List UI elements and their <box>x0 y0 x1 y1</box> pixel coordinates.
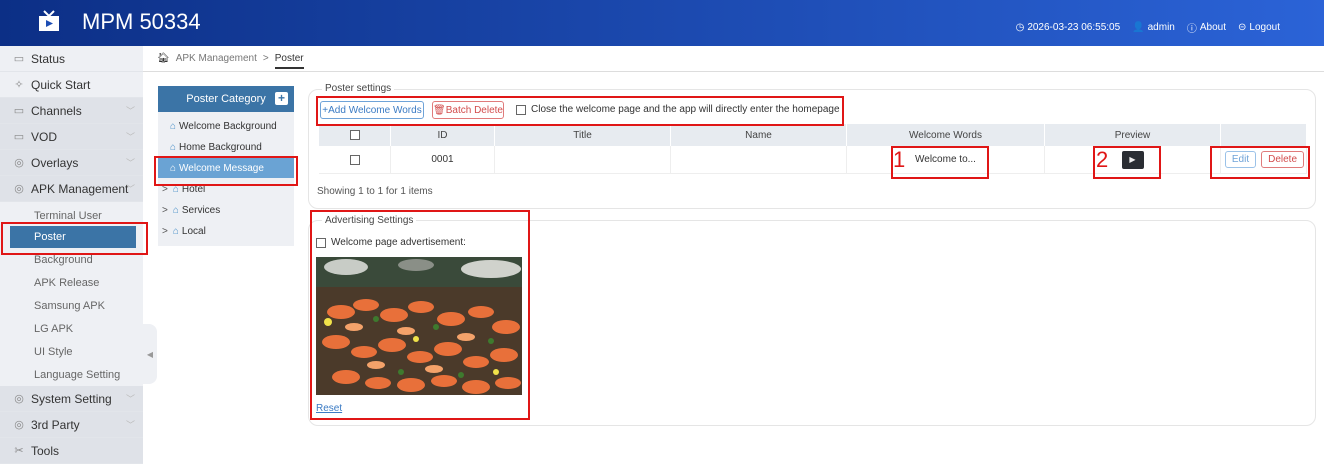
sidebar-item-overlays[interactable]: ◎ Overlays ﹀ <box>0 150 143 176</box>
video-icon: ▭ <box>13 131 25 143</box>
apk-icon: ◎ <box>14 183 24 195</box>
layers-icon: ◎ <box>14 157 24 169</box>
table-header: ID Title Name Welcome Words Preview <box>319 124 1307 146</box>
sidebar-item-tools[interactable]: ✂ Tools <box>0 438 143 464</box>
sidebar-item-vod[interactable]: ▭ VOD ﹀ <box>0 124 143 150</box>
tv-logo-icon <box>39 10 59 31</box>
add-category-button[interactable]: + <box>275 92 288 105</box>
sidebar-sub-apk-release[interactable]: APK Release <box>0 272 143 294</box>
row-name <box>671 146 847 174</box>
sidebar-item-system-setting[interactable]: ◎ System Setting ﹀ <box>0 386 143 412</box>
datetime-display: ◷ 2026-03-23 06:55:05 <box>1015 22 1121 33</box>
top-header: MPM 50334 ◷ 2026-03-23 06:55:05 👤 admin ⓘ A… <box>0 0 1324 46</box>
sidebar-collapse-handle[interactable]: ◀ <box>143 324 157 384</box>
home-icon: ⌂ <box>172 204 179 216</box>
home-icon: ⌂ <box>170 141 177 153</box>
chevron-down-icon: ﹀ <box>125 106 135 116</box>
pagination-info: Showing 1 to 1 for 1 items <box>317 186 433 197</box>
logout-link[interactable]: ⊝ Logout <box>1238 22 1280 33</box>
column-name[interactable]: Name <box>671 124 847 146</box>
highlight-row-actions <box>1210 146 1310 179</box>
column-title[interactable]: Title <box>495 124 671 146</box>
sidebar-item-channels[interactable]: ▭ Channels ﹀ <box>0 98 143 124</box>
column-id[interactable]: ID <box>391 124 495 146</box>
annotation-mark-1: 1 <box>893 147 906 172</box>
sidebar-item-status[interactable]: ▭ Status <box>0 46 143 72</box>
chevron-left-icon: ◀ <box>146 349 154 359</box>
sidebar-item-apk-management[interactable]: ◎ APK Management ﹀ <box>0 176 143 202</box>
annotation-mark-2: 2 <box>1096 147 1109 172</box>
sidebar-sub-ui-style[interactable]: UI Style <box>0 341 143 363</box>
highlight-poster-menu <box>1 222 148 255</box>
sidebar-sub-lg-apk[interactable]: LG APK <box>0 318 143 340</box>
category-item-welcome-background[interactable]: ⌂ Welcome Background <box>158 116 294 136</box>
chevron-right-icon[interactable]: > <box>162 205 168 216</box>
sidebar-item-3rd-party[interactable]: ◎ 3rd Party ﹀ <box>0 412 143 438</box>
user-link[interactable]: 👤 admin <box>1132 22 1175 33</box>
breadcrumb: 🏠︎ APK Management > Poster <box>143 46 1324 72</box>
category-item-services[interactable]: > ⌂ Services <box>158 200 294 220</box>
settings-icon: ◎ <box>14 393 24 405</box>
chevron-down-icon: ﹀ <box>125 420 135 430</box>
row-select-cell <box>319 146 391 174</box>
chevron-down-icon: ﹀ <box>125 158 135 168</box>
row-id: 0001 <box>391 146 495 174</box>
select-all-checkbox[interactable] <box>349 130 360 140</box>
column-preview[interactable]: Preview <box>1045 124 1221 146</box>
chevron-down-icon: ﹀ <box>125 132 135 142</box>
breadcrumb-separator: > <box>262 53 269 64</box>
home-icon: 🏠︎ <box>157 53 170 64</box>
highlight-poster-toolbar <box>316 96 844 126</box>
breadcrumb-current: Poster <box>274 53 304 69</box>
chevron-down-icon: ﹀ <box>125 394 135 404</box>
category-item-local[interactable]: > ⌂ Local <box>158 221 294 241</box>
clock-icon: ◷ <box>1015 22 1025 33</box>
category-title: Poster Category <box>186 93 266 105</box>
sidebar-item-quick-start[interactable]: ✧ Quick Start <box>0 72 143 98</box>
breadcrumb-parent[interactable]: APK Management <box>176 53 257 64</box>
header-actions: ◷ 2026-03-23 06:55:05 👤 admin ⓘ About ⊝ Logo… <box>1016 20 1280 35</box>
category-header: Poster Category + <box>158 86 294 112</box>
row-title <box>495 146 671 174</box>
column-actions <box>1221 124 1307 146</box>
monitor-icon: ▭ <box>13 53 25 65</box>
sidebar-sub-language-setting[interactable]: Language Setting <box>0 364 143 386</box>
row-checkbox[interactable] <box>349 154 360 165</box>
column-welcome-words[interactable]: Welcome Words <box>847 124 1045 146</box>
chevron-right-icon[interactable]: > <box>162 226 168 237</box>
poster-settings-legend: Poster settings <box>322 83 395 94</box>
logout-icon: ⊝ <box>1238 22 1247 33</box>
rocket-icon: ✧ <box>14 79 24 91</box>
app-title: MPM 50334 <box>82 9 201 34</box>
select-all-header[interactable] <box>319 124 391 146</box>
info-icon: ⓘ <box>1186 24 1197 35</box>
about-link[interactable]: ⓘ About <box>1187 20 1226 35</box>
highlight-advertising <box>310 210 530 420</box>
highlight-welcome-message <box>154 156 298 186</box>
tv-icon: ▭ <box>13 105 25 117</box>
home-icon: ⌂ <box>172 225 179 237</box>
tools-icon: ✂ <box>14 445 24 457</box>
home-icon: ⌂ <box>170 120 177 132</box>
category-item-home-background[interactable]: ⌂ Home Background <box>158 137 294 157</box>
user-icon: 👤 <box>1132 22 1145 33</box>
sidebar-sub-samsung-apk[interactable]: Samsung APK <box>0 295 143 317</box>
plugin-icon: ◎ <box>14 419 24 431</box>
chevron-down-icon: ﹀ <box>125 184 135 194</box>
highlight-welcome-words <box>891 146 989 179</box>
